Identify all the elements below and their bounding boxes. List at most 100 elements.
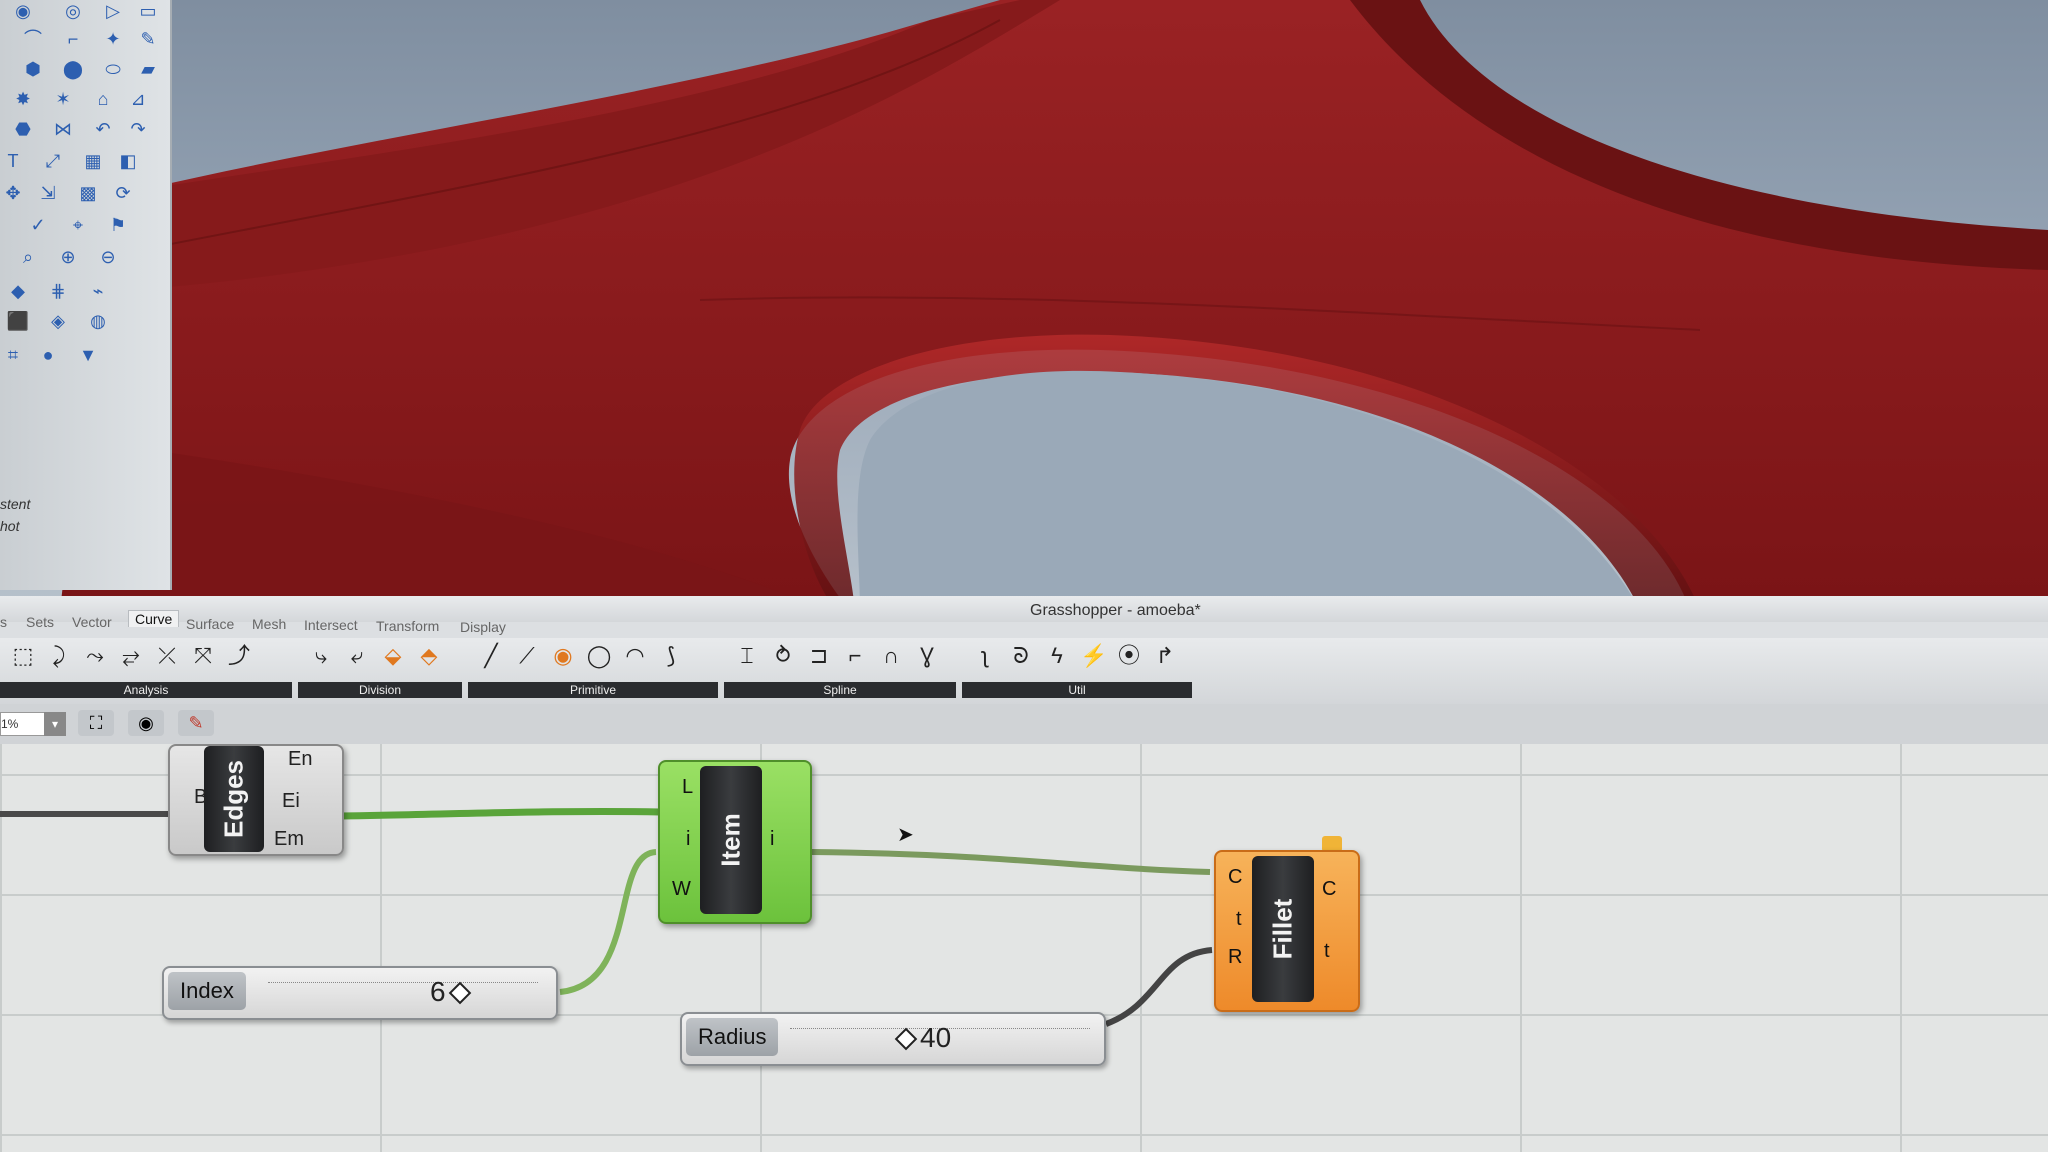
boolean-icon[interactable]: ✶ bbox=[50, 88, 76, 110]
index-slider-track[interactable] bbox=[268, 982, 538, 985]
rhino-viewport[interactable]: ◉ ◎ ▷ ▭ ⌒ ⌐ ✦ ✎ ⬢ ⬤ ⬭ ▰ ✸ ✶ ⌂ ⊿ ⬣ ⋈ ↶ ↷ … bbox=[0, 0, 2048, 610]
edges-component[interactable]: Edges B En Ei Em bbox=[168, 744, 344, 856]
arc-icon[interactable]: ◠ bbox=[622, 642, 648, 670]
analyze-icon[interactable]: ⌖ bbox=[65, 214, 91, 236]
tab-sets[interactable]: Sets bbox=[26, 614, 54, 630]
render-icon[interactable]: ⚑ bbox=[105, 214, 131, 236]
join-curves-icon[interactable]: ʅ bbox=[972, 642, 998, 670]
fillet-output-t[interactable]: t bbox=[1324, 940, 1330, 963]
preview-eye-icon[interactable]: ◉ bbox=[128, 710, 164, 736]
sketch-icon[interactable]: ✎ bbox=[178, 710, 214, 736]
lock-icon[interactable]: ⬛ bbox=[5, 310, 31, 332]
rectangle-icon[interactable]: ▭ bbox=[135, 0, 161, 22]
discontinuity-icon[interactable]: ⤴ bbox=[226, 642, 252, 670]
zoom-selected-icon[interactable]: ⊖ bbox=[95, 246, 121, 268]
zoom-field[interactable]: 1% bbox=[0, 712, 46, 736]
plane-icon[interactable]: ▰ bbox=[135, 58, 161, 80]
interpolate-icon[interactable]: ⌶ bbox=[734, 642, 760, 670]
tangent-arcs-icon[interactable]: ∩ bbox=[878, 642, 904, 670]
tab-surface[interactable]: Surface bbox=[186, 616, 234, 632]
point-icon[interactable]: ◉ bbox=[10, 0, 36, 22]
fillet-output-c[interactable]: C bbox=[1322, 878, 1336, 901]
zoom-dropdown-icon[interactable]: ▾ bbox=[44, 712, 66, 736]
explode-icon[interactable]: ⚡ bbox=[1080, 642, 1107, 670]
item-input-i[interactable]: i bbox=[686, 828, 690, 851]
edges-input-b[interactable]: B bbox=[194, 786, 207, 809]
circle-cnr-icon[interactable]: ◉ bbox=[550, 642, 576, 670]
circle-icon[interactable]: ◎ bbox=[60, 0, 86, 22]
offset-icon[interactable]: ↷ bbox=[125, 118, 151, 140]
item-input-l[interactable]: L bbox=[682, 776, 693, 799]
drape-icon[interactable]: ⌁ bbox=[85, 280, 111, 302]
zoom-extents-icon[interactable]: ⛶ bbox=[78, 710, 114, 736]
blend-curve-icon[interactable]: Ɣ bbox=[914, 642, 940, 670]
camera-icon[interactable]: ⌗ bbox=[0, 344, 26, 366]
fillet-input-r[interactable]: R bbox=[1228, 946, 1242, 969]
bounding-box-icon[interactable]: ⬚ bbox=[10, 642, 36, 670]
fillet-input-c[interactable]: C bbox=[1228, 866, 1242, 889]
explode-icon[interactable]: ✸ bbox=[10, 88, 36, 110]
radius-slider[interactable]: Radius 40 bbox=[680, 1012, 1106, 1066]
zoom-window-icon[interactable]: ⌕ bbox=[15, 246, 41, 268]
curve-tool-icon[interactable]: ↶ bbox=[90, 118, 116, 140]
fillet-input-t[interactable]: t bbox=[1236, 908, 1242, 931]
tab-vector[interactable]: Vector bbox=[72, 614, 112, 630]
mesh-icon[interactable]: ⋕ bbox=[45, 280, 71, 302]
mirror-icon[interactable]: ◧ bbox=[115, 150, 141, 172]
polyline-icon[interactable]: ▷ bbox=[100, 0, 126, 22]
radius-slider-value[interactable]: 40 bbox=[892, 1022, 951, 1054]
environment-icon[interactable]: ● bbox=[35, 344, 61, 366]
tab-intersect[interactable]: Intersect bbox=[304, 617, 358, 633]
bezier-span-icon[interactable]: ⊐ bbox=[806, 642, 832, 670]
cylinder-icon[interactable]: ⬭ bbox=[100, 58, 126, 80]
slider-handle-icon[interactable] bbox=[448, 981, 471, 1005]
fillet-tool-icon[interactable]: ⦿ bbox=[1116, 642, 1142, 670]
end-points-icon[interactable]: ⤧ bbox=[190, 642, 216, 670]
project-icon[interactable]: ↱ bbox=[1152, 642, 1178, 670]
edges-output-ei[interactable]: Ei bbox=[282, 790, 300, 813]
flip-curve-icon[interactable]: ϟ bbox=[1044, 642, 1070, 670]
edges-output-en[interactable]: En bbox=[288, 748, 312, 771]
tab-params[interactable]: s bbox=[0, 614, 7, 630]
circle-icon[interactable]: ◯ bbox=[586, 642, 612, 670]
box-icon[interactable]: ⬢ bbox=[20, 58, 46, 80]
tab-mesh[interactable]: Mesh bbox=[252, 616, 286, 632]
material-icon[interactable]: ◈ bbox=[45, 310, 71, 332]
fillet-component[interactable]: Fillet C t R C t bbox=[1214, 850, 1360, 1012]
divide-curve-icon[interactable]: ⤷ bbox=[308, 642, 334, 670]
tab-display[interactable]: Display bbox=[460, 619, 506, 635]
curve-icon[interactable]: ⌒ bbox=[20, 28, 46, 50]
contour-icon[interactable]: ⬙ bbox=[380, 642, 406, 670]
curve-closest-icon[interactable]: ⤸ bbox=[46, 642, 72, 670]
nurbs-curve-icon[interactable]: ⥁ bbox=[770, 642, 796, 670]
light-icon[interactable]: ▼ bbox=[75, 344, 101, 366]
trim-icon[interactable]: ⊿ bbox=[125, 88, 151, 110]
offset-curve-icon[interactable]: ᘐ bbox=[1008, 642, 1034, 670]
grasshopper-canvas[interactable]: Edges B En Ei Em Item L i W i Fillet C t… bbox=[0, 744, 2048, 1152]
tab-curve[interactable]: Curve bbox=[128, 610, 180, 627]
color-wheel-icon[interactable]: ◍ bbox=[85, 310, 111, 332]
curvature-icon[interactable]: ⥂ bbox=[118, 642, 144, 670]
text-icon[interactable]: T bbox=[0, 150, 26, 172]
shatter-icon[interactable]: ⬘ bbox=[416, 642, 442, 670]
fillet-icon[interactable]: ⌐ bbox=[60, 28, 86, 50]
extend-icon[interactable]: ✦ bbox=[100, 28, 126, 50]
index-slider[interactable]: Index 6 bbox=[162, 966, 558, 1020]
line-sdl-icon[interactable]: ⟋ bbox=[514, 642, 540, 670]
scale-icon[interactable]: ⇲ bbox=[35, 182, 61, 204]
rebuild-icon[interactable]: ✎ bbox=[135, 28, 161, 50]
list-item-component[interactable]: Item L i W i bbox=[658, 760, 812, 924]
join-icon[interactable]: ⋈ bbox=[50, 118, 76, 140]
index-slider-value[interactable]: 6 bbox=[430, 976, 474, 1008]
sphere-icon[interactable]: ⬤ bbox=[60, 58, 86, 80]
item-input-w[interactable]: W bbox=[672, 878, 691, 901]
evaluate-curve-icon[interactable]: ⤳ bbox=[82, 642, 108, 670]
grid-array-icon[interactable]: ▩ bbox=[75, 182, 101, 204]
check-icon[interactable]: ✓ bbox=[25, 214, 51, 236]
poly-arc-icon[interactable]: ⌐ bbox=[842, 642, 868, 670]
dimension-icon[interactable]: ⤢ bbox=[40, 150, 66, 172]
rotate-icon[interactable]: ⟳ bbox=[110, 182, 136, 204]
divide-length-icon[interactable]: ⤶ bbox=[344, 642, 370, 670]
array-icon[interactable]: ▦ bbox=[80, 150, 106, 172]
tab-transform[interactable]: Transform bbox=[376, 618, 439, 634]
